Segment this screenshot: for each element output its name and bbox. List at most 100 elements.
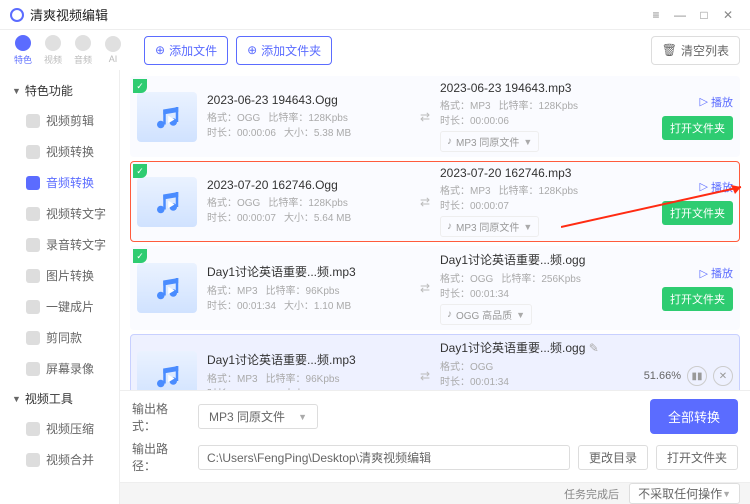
target-filename: 2023-06-23 194643.mp3 <box>440 81 643 95</box>
list-row[interactable]: ✓Day1讨论英语重要...频.mp3格式：MP3比特率：96Kpbs时长：00… <box>130 246 740 330</box>
play-label: 播放 <box>711 179 733 195</box>
check-icon: ✓ <box>133 164 147 178</box>
convert-all-button[interactable]: 全部转换 <box>650 399 738 434</box>
top-tab-1[interactable]: 视频 <box>40 34 66 66</box>
play-button[interactable]: ▷播放 <box>700 94 733 110</box>
sidebar-item-0[interactable]: 视频剪辑 <box>0 105 119 136</box>
app-logo-icon <box>10 8 24 22</box>
cancel-button[interactable]: ✕ <box>713 366 733 386</box>
menu-button[interactable]: ≡ <box>644 3 668 27</box>
sidebar-item-label: 视频合并 <box>46 451 94 468</box>
tab-icon <box>75 35 91 51</box>
sidebar-item-label: 视频剪辑 <box>46 112 94 129</box>
add-file-button[interactable]: ⊕ 添加文件 <box>144 36 228 65</box>
sidebar-item-icon <box>26 331 40 345</box>
bottombar: 输出格式： MP3 同原文件 ▼ 全部转换 输出路径： C:\Users\Fen… <box>120 390 750 482</box>
output-path-input[interactable]: C:\Users\FengPing\Desktop\清爽视频编辑 <box>198 445 570 470</box>
sidebar-item-2[interactable]: 音频转换 <box>0 167 119 198</box>
pause-button[interactable]: ▮▮ <box>687 366 707 386</box>
status-done-label: 任务完成后 <box>564 486 619 502</box>
open-folder-button[interactable]: 打开文件夹 <box>662 116 733 140</box>
play-button[interactable]: ▷播放 <box>700 265 733 281</box>
source-filename: 2023-07-20 162746.Ogg <box>207 178 410 192</box>
sidebar-group-features[interactable]: ▼ 特色功能 <box>0 76 119 105</box>
tab-icon <box>45 35 61 51</box>
sidebar-item-label: 视频转文字 <box>46 205 106 222</box>
top-tab-0[interactable]: 特色 <box>10 34 36 66</box>
music-icon: ♪ <box>447 136 452 147</box>
change-dir-button[interactable]: 更改目录 <box>578 445 648 470</box>
target-meta: 格式：OGG比特率：256Kpbs <box>440 272 643 287</box>
sidebar-item-icon <box>26 422 40 436</box>
play-icon: ▷ <box>700 95 708 108</box>
tab-label: 音频 <box>74 53 92 66</box>
output-format-select[interactable]: MP3 同原文件 ▼ <box>198 404 318 429</box>
swap-icon: ⇄ <box>410 369 440 383</box>
sidebar-group-video-tools[interactable]: ▼ 视频工具 <box>0 384 119 413</box>
sidebar-item-label: 录音转文字 <box>46 236 106 253</box>
sidebar-item-100[interactable]: 视频压缩 <box>0 413 119 444</box>
target-format-select[interactable]: ♪OGG 高品质▼ <box>440 304 532 325</box>
status-action-value: 不采取任何操作 <box>638 485 722 502</box>
swap-icon: ⇄ <box>410 110 440 124</box>
sidebar: ▼ 特色功能 视频剪辑视频转换音频转换视频转文字录音转文字图片转换一键成片剪同款… <box>0 70 120 504</box>
list-row[interactable]: ✓2023-07-20 162746.Ogg格式：OGG比特率：128Kpbs时… <box>130 161 740 242</box>
list-row[interactable]: Day1讨论英语重要...频.mp3格式：MP3比特率：96Kpbs时长：00:… <box>130 334 740 390</box>
minimize-button[interactable]: — <box>668 3 692 27</box>
clear-list-label: 清空列表 <box>681 42 729 59</box>
add-folder-button[interactable]: ⊕ 添加文件夹 <box>236 36 332 65</box>
folder-plus-icon: ⊕ <box>247 43 257 57</box>
trash-icon: 🗑 <box>662 43 677 57</box>
target-format-value: MP3 同原文件 <box>456 219 519 234</box>
sidebar-item-8[interactable]: 屏幕录像 <box>0 353 119 384</box>
chevron-down-icon: ▼ <box>12 394 21 404</box>
clear-list-button[interactable]: 🗑 清空列表 <box>651 36 740 65</box>
tab-icon <box>105 36 121 52</box>
open-folder-button[interactable]: 打开文件夹 <box>662 201 733 225</box>
close-button[interactable]: ✕ <box>716 3 740 27</box>
target-meta: 格式：MP3比特率：128Kpbs <box>440 184 643 199</box>
target-filename: Day1讨论英语重要...频.ogg ✎ <box>440 339 643 356</box>
sidebar-item-6[interactable]: 一键成片 <box>0 291 119 322</box>
list-row[interactable]: ✓2023-06-23 194643.Ogg格式：OGG比特率：128Kpbs时… <box>130 76 740 157</box>
sidebar-item-icon <box>26 176 40 190</box>
status-action-select[interactable]: 不采取任何操作 ▼ <box>629 483 740 504</box>
sidebar-group-label: 特色功能 <box>25 82 73 99</box>
target-meta: 格式：OGG <box>440 360 643 375</box>
sidebar-group-label: 视频工具 <box>25 390 73 407</box>
sidebar-item-icon <box>26 300 40 314</box>
open-dir-button[interactable]: 打开文件夹 <box>656 445 738 470</box>
sidebar-item-label: 音频转换 <box>46 174 94 191</box>
edit-icon[interactable]: ✎ <box>589 341 599 355</box>
sidebar-item-3[interactable]: 视频转文字 <box>0 198 119 229</box>
progress-text: 51.66% <box>644 370 681 382</box>
maximize-button[interactable]: □ <box>692 3 716 27</box>
sidebar-item-label: 剪同款 <box>46 329 82 346</box>
target-format-select[interactable]: ♪MP3 同原文件▼ <box>440 131 539 152</box>
statusbar: 任务完成后 不采取任何操作 ▼ <box>120 482 750 504</box>
file-thumbnail <box>137 263 197 313</box>
sidebar-item-icon <box>26 453 40 467</box>
target-meta2: 时长：00:00:06 <box>440 114 643 129</box>
sidebar-item-label: 屏幕录像 <box>46 360 94 377</box>
sidebar-item-5[interactable]: 图片转换 <box>0 260 119 291</box>
source-filename: Day1讨论英语重要...频.mp3 <box>207 351 410 368</box>
play-button[interactable]: ▷播放 <box>700 179 733 195</box>
sidebar-item-4[interactable]: 录音转文字 <box>0 229 119 260</box>
output-format-label: 输出格式： <box>132 400 190 434</box>
tab-label: AI <box>109 54 118 64</box>
swap-icon: ⇄ <box>410 195 440 209</box>
app-title: 清爽视频编辑 <box>30 5 108 24</box>
sidebar-item-101[interactable]: 视频合并 <box>0 444 119 475</box>
top-tab-3[interactable]: AI <box>100 34 126 66</box>
open-folder-button[interactable]: 打开文件夹 <box>662 287 733 311</box>
add-file-label: 添加文件 <box>169 42 217 59</box>
play-icon: ▷ <box>700 267 708 280</box>
top-tab-2[interactable]: 音频 <box>70 34 96 66</box>
topbar: 特色视频音频 AI ⊕ 添加文件 ⊕ 添加文件夹 🗑 清空列表 <box>0 30 750 70</box>
target-format-value: MP3 同原文件 <box>456 134 519 149</box>
sidebar-item-7[interactable]: 剪同款 <box>0 322 119 353</box>
sidebar-item-1[interactable]: 视频转换 <box>0 136 119 167</box>
target-format-select[interactable]: ♪MP3 同原文件▼ <box>440 216 539 237</box>
sidebar-item-icon <box>26 238 40 252</box>
